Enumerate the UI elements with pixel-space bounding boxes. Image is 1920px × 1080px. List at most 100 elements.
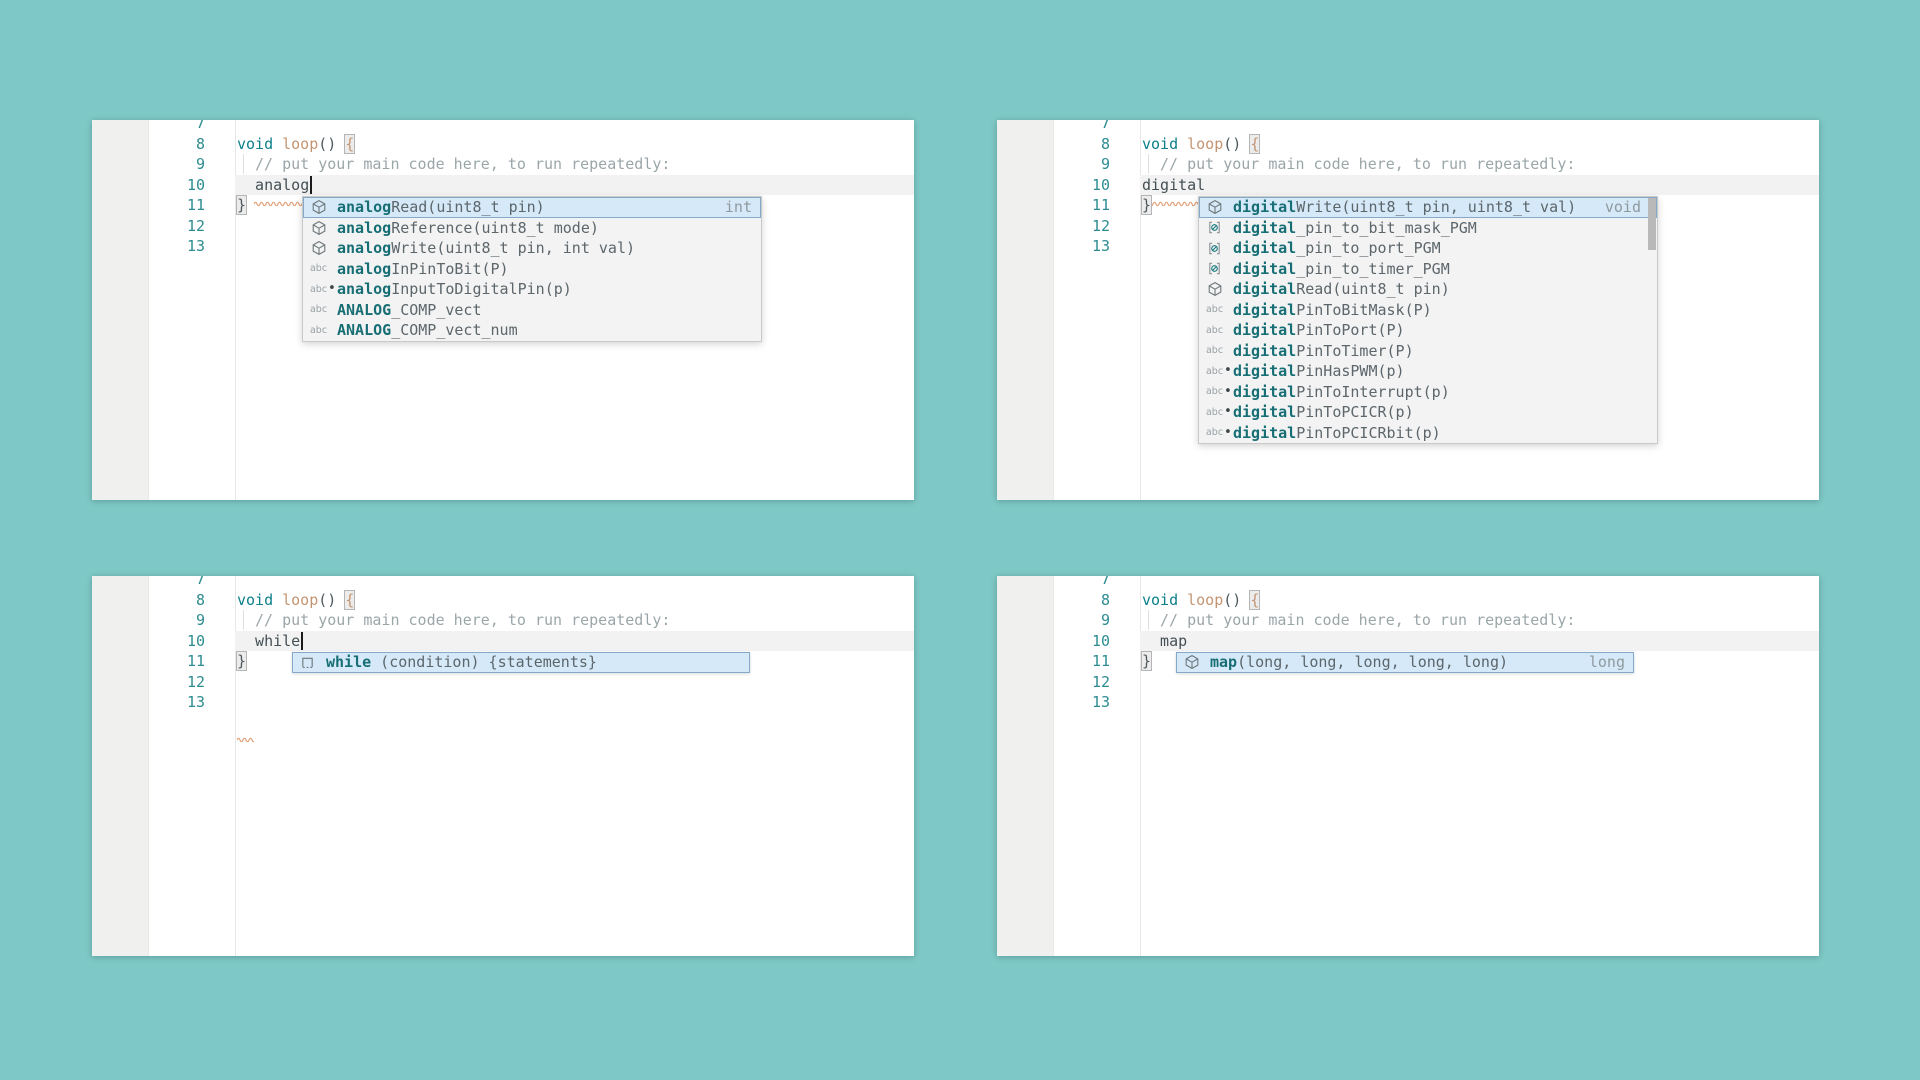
completion-item[interactable]: digitalRead(uint8_t pin) — [1199, 279, 1657, 300]
code-line-7[interactable] — [92, 120, 914, 134]
code-line-12[interactable] — [92, 672, 914, 693]
code-line-7[interactable] — [92, 576, 914, 590]
completion-item-match: digital — [1233, 341, 1297, 360]
code-line-13[interactable] — [997, 692, 1819, 713]
completion-item[interactable]: analogRead(uint8_t pin) int — [303, 197, 761, 218]
completion-item-rest: PinToPort(P) — [1296, 321, 1405, 339]
code-line-9[interactable]: // put your main code here, to run repea… — [997, 610, 1819, 631]
completion-item-match: digital — [1233, 403, 1297, 421]
macro-bullet: • — [1224, 363, 1232, 378]
completion-popup: map(long, long, long, long, long) long — [1176, 652, 1634, 673]
completion-item[interactable]: abc • digitalPinToPCICR(p) — [1199, 402, 1657, 423]
completion-item-label: digitalPinToPort(P) — [1233, 320, 1405, 341]
completion-item-match: digital — [1233, 259, 1297, 278]
completion-item-label: ANALOG_COMP_vect_num — [337, 320, 518, 341]
completion-item[interactable]: digital_pin_to_timer_PGM — [1199, 259, 1657, 280]
completion-item[interactable]: abc • digitalPinHasPWM(p) — [1199, 361, 1657, 382]
code-line-8[interactable]: void loop() { — [92, 133, 914, 155]
completion-item-match: digital — [1233, 218, 1297, 237]
completion-item-label: analogInPinToBit(P) — [337, 259, 509, 280]
code-line-10-current[interactable]: analog — [92, 174, 914, 207]
completion-item-match: analog — [337, 218, 392, 237]
code-line-8[interactable]: void loop() { — [92, 589, 914, 611]
completion-item-label: digitalWrite(uint8_t pin, uint8_t val) — [1233, 197, 1576, 218]
function-loop: loop — [1187, 134, 1224, 153]
completion-item-label: analogRead(uint8_t pin) — [337, 197, 545, 218]
completion-item-label: digital_pin_to_bit_mask_PGM — [1233, 218, 1477, 239]
code-line-7[interactable] — [997, 120, 1819, 134]
scrollbar-thumb[interactable] — [1648, 198, 1656, 250]
macro-bullet: • — [1224, 383, 1232, 399]
method-icon — [1183, 654, 1200, 670]
completion-item[interactable]: while (condition) {statements} — [292, 652, 750, 673]
completion-item-rest: Write(uint8_t pin, uint8_t val) — [1296, 198, 1577, 216]
parens: () — [1223, 134, 1242, 153]
code-line-9[interactable]: // put your main code here, to run repea… — [92, 154, 914, 175]
completion-scrollbar[interactable] — [1647, 197, 1657, 443]
text-cursor — [310, 175, 312, 194]
method-icon — [1206, 281, 1223, 297]
completion-popup: digitalWrite(uint8_t pin, uint8_t val) vo… — [1198, 196, 1658, 444]
function-loop: loop — [282, 590, 319, 609]
code-area[interactable]: void loop() {// put your main code here, t… — [997, 576, 1819, 956]
completion-item-rest: InputToDigitalPin(p) — [391, 280, 572, 298]
completion-item[interactable]: digitalWrite(uint8_t pin, uint8_t val) vo… — [1199, 197, 1657, 218]
completion-item[interactable]: digital_pin_to_port_PGM — [1199, 238, 1657, 259]
code-line-7[interactable] — [997, 576, 1819, 590]
completion-item-match: ANALOG — [337, 321, 392, 339]
array-icon — [1206, 241, 1223, 256]
completion-item-match: analog — [337, 280, 392, 298]
code-line-8[interactable]: void loop() { — [997, 589, 1819, 611]
completion-item[interactable]: abc • analogInputToDigitalPin(p) — [303, 279, 761, 300]
completion-item-return-type: long — [1588, 653, 1625, 672]
completion-item-match: digital — [1233, 382, 1297, 401]
code-line-10-current[interactable]: digital — [997, 174, 1819, 207]
code-line-13[interactable] — [92, 692, 914, 713]
abc-icon: abc — [1205, 365, 1224, 377]
completion-item-rest: PinToInterrupt(p) — [1296, 382, 1450, 401]
keyword-void: void — [237, 590, 274, 609]
completion-item-match: while — [326, 653, 372, 671]
close-brace-bracket-match: } — [1140, 195, 1153, 215]
typed-word: while — [255, 631, 301, 650]
completion-item[interactable]: abc ANALOG_COMP_vect_num — [303, 320, 761, 341]
open-brace-bracket-match: { — [344, 589, 356, 610]
code-line-9[interactable]: // put your main code here, to run repea… — [92, 610, 914, 631]
code-line-10-current[interactable]: map — [997, 630, 1819, 651]
completion-item[interactable]: abc digitalPinToPort(P) — [1199, 320, 1657, 341]
eof-error-squiggle — [236, 727, 256, 743]
completion-popup: while (condition) {statements} — [292, 652, 750, 673]
completion-item-match: ANALOG — [337, 300, 392, 319]
completion-item[interactable]: digital_pin_to_bit_mask_PGM — [1199, 218, 1657, 239]
completion-item-rest: Write(uint8_t pin, int val) — [391, 239, 636, 257]
macro-bullet: • — [1224, 424, 1232, 440]
completion-item[interactable]: abc analogInPinToBit(P) — [303, 259, 761, 280]
completion-item[interactable]: abc • digitalPinToPCICRbit(p) — [1199, 423, 1657, 444]
editor-panel-while: 78910111213voidloop(){// put your main c… — [92, 576, 914, 956]
completion-item[interactable]: abc ANALOG_COMP_vect — [303, 300, 761, 321]
editor-panel-digital: 78910111213voidloop(){// put your main c… — [997, 120, 1819, 500]
code-line-8[interactable]: void loop() { — [997, 133, 1819, 155]
desktop-background: 78910111213voidloop(){// put your main c… — [0, 0, 1920, 1080]
completion-item-label: digitalPinToTimer(P) — [1233, 341, 1414, 362]
completion-item-match: digital — [1233, 362, 1297, 380]
code-line-10-current[interactable]: while — [92, 630, 914, 651]
code-line-12[interactable] — [997, 672, 1819, 693]
completion-item[interactable]: analogReference(uint8_t mode) — [303, 218, 761, 239]
completion-item[interactable]: abc • digitalPinToInterrupt(p) — [1199, 382, 1657, 403]
comment-text: // put your main code here, to run repea… — [255, 155, 671, 173]
completion-item-rest: PinToPCICRbit(p) — [1296, 423, 1441, 442]
completion-item-match: analog — [337, 259, 392, 278]
code-line-9[interactable]: // put your main code here, to run repea… — [997, 154, 1819, 175]
completion-item[interactable]: abc digitalPinToTimer(P) — [1199, 341, 1657, 362]
completion-item[interactable]: abc digitalPinToBitMask(P) — [1199, 300, 1657, 321]
completion-item-label: analogWrite(uint8_t pin, int val) — [337, 238, 635, 259]
abc-icon: abc — [1205, 304, 1224, 316]
keyword-void: void — [1142, 590, 1179, 609]
completion-item-label: ANALOG_COMP_vect — [337, 300, 482, 321]
abc-icon: abc — [1205, 324, 1224, 336]
completion-item[interactable]: analogWrite(uint8_t pin, int val) — [303, 238, 761, 259]
completion-item[interactable]: map(long, long, long, long, long) long — [1176, 652, 1634, 673]
code-area[interactable]: void loop() {// put your main code here, t… — [92, 576, 914, 956]
keyword-void: void — [237, 134, 274, 153]
